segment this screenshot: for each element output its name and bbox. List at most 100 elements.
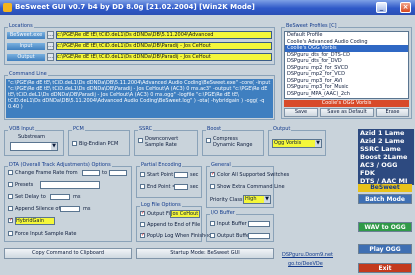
close-button[interactable]: ×: [400, 2, 411, 13]
output-browse-button[interactable]: ...: [47, 53, 54, 61]
big-endian-label: Big-Endian PCM: [79, 141, 119, 147]
priority-value: High: [245, 196, 257, 202]
to-label: to: [102, 170, 108, 176]
hybridgain-checkbox[interactable]: [8, 217, 13, 223]
title-bar: BeSweet GUI v0.7 b4 by DD 8.0g [21.02.20…: [0, 0, 415, 15]
end-point-label: End Point =: [147, 184, 177, 190]
selected-profile-banner: Coolie's OGG Vorbis: [284, 100, 409, 107]
batch-mode-button[interactable]: Batch Mode: [358, 194, 412, 204]
output-field[interactable]: c:\PGE\Re dE tE\ tCiD.deL1\Ds dDNDa\DB\P…: [56, 53, 272, 61]
dspguru-link[interactable]: DSPguru.Doom9.net: [282, 252, 333, 258]
output-format-select[interactable]: Ogg Vorbis ▼: [272, 139, 322, 148]
ssrc-label: SSRC: [138, 126, 154, 132]
input-buffer-input[interactable]: [248, 221, 270, 227]
save-default-button[interactable]: Save as Default: [320, 108, 374, 117]
append-log-checkbox[interactable]: [140, 222, 145, 227]
minimize-button[interactable]: _: [376, 2, 387, 13]
priority-select[interactable]: High ▼: [243, 195, 271, 204]
start-sec-label: sec: [190, 172, 199, 178]
set-delay-checkbox[interactable]: [8, 194, 13, 199]
besweet-exe-field[interactable]: c:\PGE\Re dE tE\ tCiD.deL1\Ds dDNDa\DB\5…: [56, 31, 272, 39]
copy-command-button[interactable]: Copy Command to Clipboard: [4, 248, 132, 259]
boost-label: Boost: [206, 126, 223, 132]
change-frame-rate-checkbox[interactable]: [8, 170, 13, 175]
output-format-value: Ogg Vorbis: [274, 140, 302, 146]
output-buffer-checkbox[interactable]: [210, 233, 215, 238]
color-all-checkbox[interactable]: [210, 171, 215, 177]
substream-select[interactable]: ▼: [10, 142, 58, 151]
command-line-text[interactable]: "c:\PGE\Re dE tE\ tCiD.deL1\Ds dDNDa\DB\…: [6, 79, 273, 118]
compress-checkbox[interactable]: [206, 138, 211, 143]
presets-select[interactable]: [40, 181, 100, 189]
partial-encoding-label: Partial Encoding: [140, 162, 183, 168]
info-row: SSRC Lame: [358, 145, 414, 153]
info-row: AC3 / OGG FDK: [358, 161, 414, 177]
info-right: Lame: [384, 129, 405, 137]
force-sample-rate-checkbox[interactable]: [8, 231, 13, 236]
end-point-input[interactable]: [174, 184, 188, 190]
input-buffer-label: Input Buffer: [217, 221, 247, 227]
app-icon: [3, 3, 12, 12]
presets-label: Presets: [15, 182, 34, 188]
force-sample-rate-label: Force Input Sample Rate: [15, 231, 77, 237]
profiles-label: BeSweet Profiles [C]: [285, 23, 338, 29]
erase-profile-button[interactable]: Erase: [376, 108, 409, 117]
hybridgain-value: HybridGain: [16, 218, 45, 224]
input-browse-button[interactable]: ...: [47, 42, 54, 50]
wav-to-ogg-button[interactable]: WAV to OGG: [358, 222, 412, 232]
output-buffer-label: Output Buffer: [217, 233, 252, 239]
info-left: SSRC: [360, 145, 379, 153]
append-silence-checkbox[interactable]: [8, 206, 13, 211]
start-point-input[interactable]: [174, 172, 188, 178]
chevron-down-icon: ▼: [315, 140, 321, 147]
pcm-label: PCM: [72, 126, 85, 132]
silence-ms-label: ms: [83, 206, 91, 212]
dta-label: DTA (Overall Track Adjustments) Options: [8, 162, 112, 168]
show-extra-label: Show Extra Command Line: [217, 184, 285, 190]
chevron-down-icon: ▼: [51, 143, 57, 150]
change-frame-rate-label: Change Frame Rate from: [15, 170, 78, 176]
info-row: Azid 2 Lame: [358, 137, 414, 145]
output-file-checkbox[interactable]: [140, 210, 145, 216]
delay-input[interactable]: [50, 194, 70, 200]
besweet-exe-browse-button[interactable]: ...: [47, 31, 54, 39]
silence-input[interactable]: [60, 206, 80, 212]
exit-button[interactable]: Exit: [358, 263, 412, 273]
append-log-label: Append to End of File: [147, 222, 201, 228]
info-left: AC3 / OGG: [360, 161, 398, 169]
info-left: Azid 1: [360, 129, 383, 137]
info-left: Azid 2: [360, 137, 383, 145]
presets-checkbox[interactable]: [8, 182, 13, 187]
big-endian-checkbox[interactable]: [72, 141, 77, 146]
io-buffer-label: I/O Buffer: [210, 210, 236, 216]
save-profile-button[interactable]: Save: [284, 108, 318, 117]
besweet-exe-label: BeSweet.exe: [7, 32, 45, 39]
profile-item[interactable]: DSPguru_MPA_(AAC)_2ch: [285, 91, 408, 98]
end-point-checkbox[interactable]: [140, 184, 145, 189]
profiles-list[interactable]: Default Profile Coolie's Advanced Audio …: [284, 31, 409, 99]
downconvert-checkbox[interactable]: [138, 138, 143, 143]
log-output-field[interactable]: Jos CeHout: [170, 210, 200, 218]
start-point-checkbox[interactable]: [140, 172, 145, 177]
log-file-label: Log File Options: [140, 202, 182, 208]
chevron-down-icon: ▼: [264, 196, 270, 203]
input-field[interactable]: c:\PGE\Re dE tE\ tCiD.deL1\Ds dDNDa\DB\P…: [56, 42, 272, 50]
info-right: 2Lame: [383, 153, 408, 161]
popup-log-checkbox[interactable]: [140, 232, 145, 238]
locations-label: Locations: [8, 23, 34, 29]
startup-mode-button[interactable]: Startup Mode: BeSweet GUI: [136, 248, 274, 259]
general-label: General: [210, 162, 232, 168]
hybridgain-select[interactable]: HybridGain: [15, 217, 55, 225]
frame-rate-from-input[interactable]: [82, 170, 100, 176]
deevde-link[interactable]: go.to/DeeVDe: [288, 261, 323, 267]
show-extra-checkbox[interactable]: [210, 184, 215, 189]
besweet-badge: BeSweet: [358, 184, 412, 192]
input-buffer-checkbox[interactable]: [210, 221, 215, 226]
play-ogg-button[interactable]: Play OGG: [358, 244, 412, 254]
output-buffer-input[interactable]: [248, 233, 270, 239]
frame-rate-to-input[interactable]: [109, 170, 127, 176]
vob-input-label: VOB Input: [8, 126, 36, 132]
substream-label: Substream: [18, 134, 46, 140]
info-right: Lame: [381, 145, 401, 153]
priority-class-label: Priority Class: [210, 197, 243, 203]
